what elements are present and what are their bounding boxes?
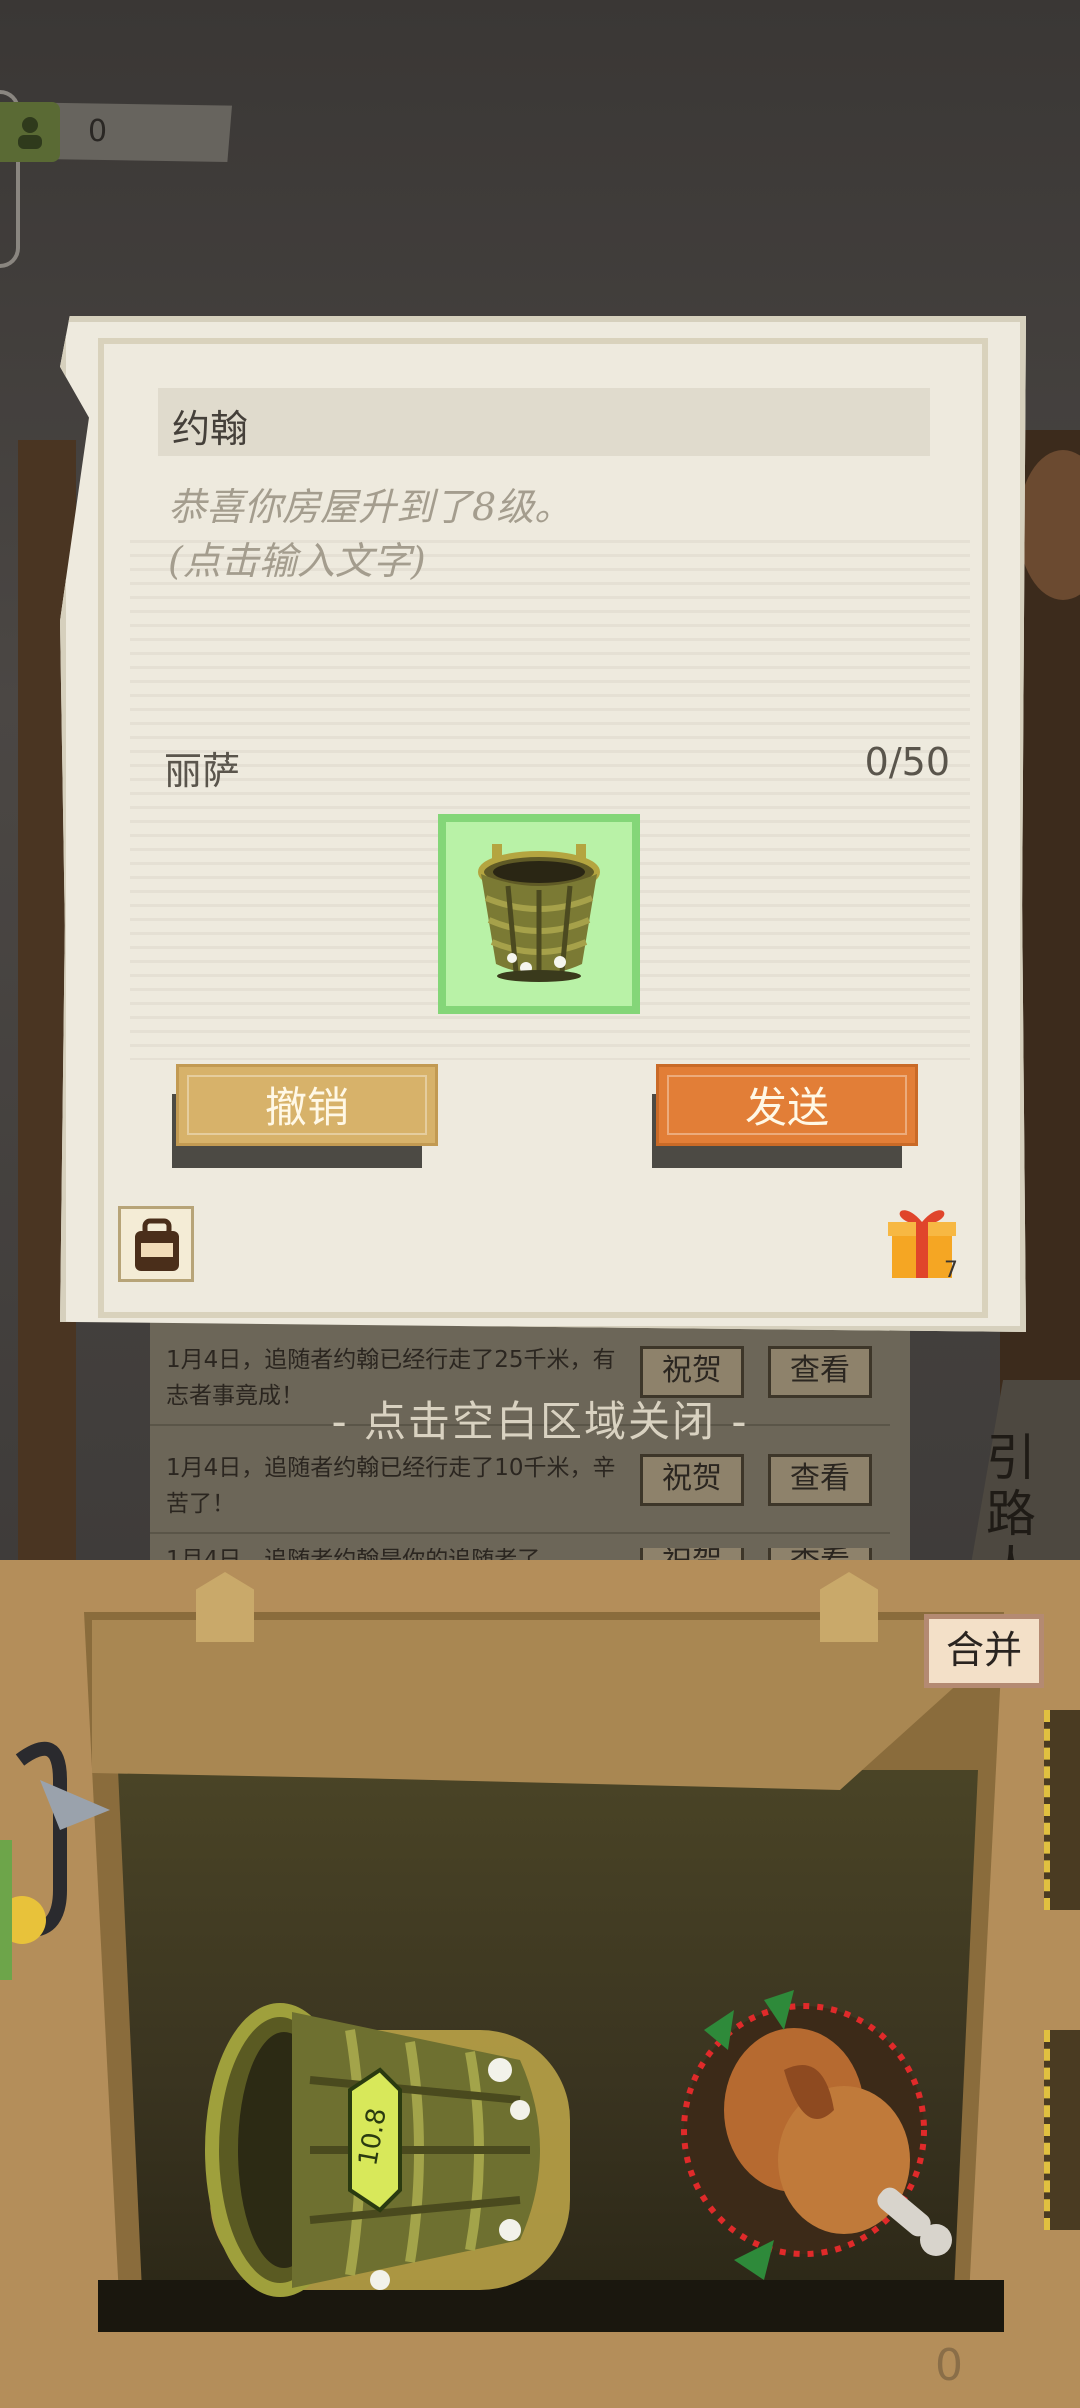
- button-inner-border: [667, 1075, 907, 1135]
- backpack-button[interactable]: [118, 1206, 194, 1282]
- sender-name: 丽萨: [164, 749, 241, 793]
- char-count: 0/50: [864, 740, 950, 784]
- congrats-button[interactable]: 祝贺: [640, 1454, 744, 1506]
- hook-icon[interactable]: [0, 1720, 120, 2000]
- merge-button[interactable]: 合并: [924, 1614, 1044, 1688]
- attached-item-slot[interactable]: [438, 814, 640, 1014]
- box-lid: [92, 1620, 972, 1790]
- side-bin: [1044, 1710, 1080, 1910]
- game-screen: 0 1月4日，追随者约翰已经行走了25千米，有志者事竟成！ 祝贺 查看 1月4日…: [0, 0, 1080, 2408]
- drumstick-item[interactable]: [674, 1990, 974, 2290]
- recipient-name: 约翰: [172, 407, 249, 451]
- backpack-icon: [135, 1218, 179, 1271]
- gift-count: 7: [944, 1258, 958, 1283]
- view-button[interactable]: 查看: [768, 1454, 872, 1506]
- button-inner-border: [187, 1075, 427, 1135]
- feed-item: 1月4日，追随者约翰已经行走了10千米，辛苦了！ 祝贺 查看: [150, 1440, 890, 1534]
- basket-level-value: 10.8: [353, 2105, 393, 2169]
- corner-count: 0: [935, 2340, 963, 2391]
- side-bin: [1044, 2030, 1080, 2230]
- basket-level-badge: 10.8: [342, 2098, 404, 2184]
- dismiss-hint: - 点击空白区域关闭 -: [331, 1397, 749, 1446]
- follower-icon: [0, 102, 60, 162]
- send-button[interactable]: 发送: [656, 1064, 918, 1146]
- feed-item-text: 1月4日，追随者约翰已经行走了10千米，辛苦了！: [166, 1455, 616, 1517]
- resource-value: 0: [88, 114, 108, 149]
- recipient-bar: [158, 388, 930, 456]
- cancel-button[interactable]: 撤销: [176, 1064, 438, 1146]
- message-input[interactable]: 恭喜你房屋升到了8级。 (点击输入文字): [168, 480, 888, 588]
- basket-icon: [478, 844, 600, 982]
